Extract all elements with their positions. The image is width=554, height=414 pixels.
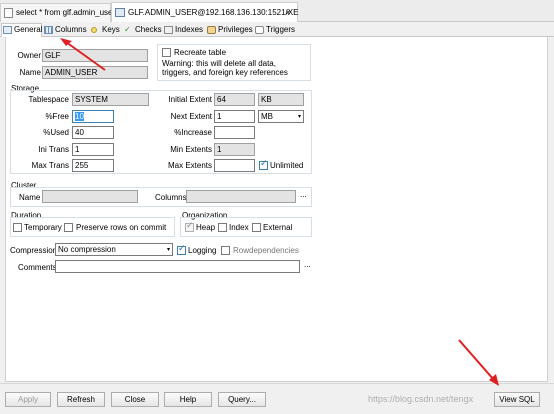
arrow-to-view-sql: [458, 339, 495, 381]
annotation-arrows: [60, 38, 499, 386]
arrow-to-columns-tab: [65, 41, 106, 71]
